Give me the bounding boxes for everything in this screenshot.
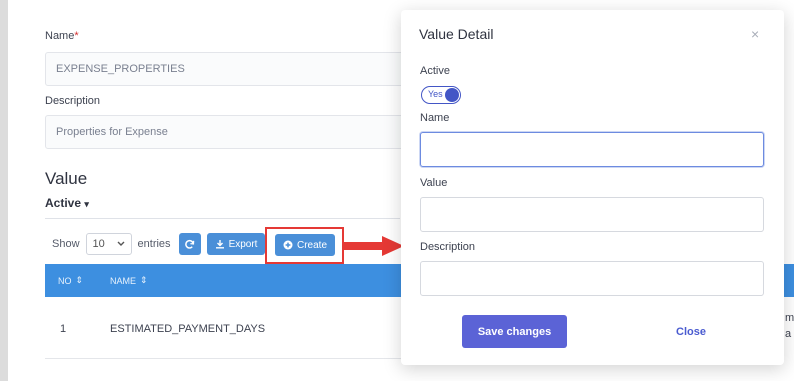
table-header: NO ⇕ NAME ⇕ (45, 264, 405, 297)
export-button[interactable]: Export (206, 233, 266, 255)
save-changes-button[interactable]: Save changes (462, 315, 567, 348)
column-header-name[interactable]: NAME ⇕ (110, 275, 148, 286)
description-label: Description (420, 241, 476, 253)
left-gutter (8, 0, 28, 381)
active-toggle[interactable]: Yes (421, 86, 461, 104)
value-label: Value (420, 177, 448, 189)
active-label: Active (420, 65, 450, 77)
tab-divider (45, 218, 400, 219)
entries-select-value: 10 (92, 238, 105, 250)
tab-active[interactable]: Active ▾ (45, 196, 89, 210)
create-button[interactable]: Create (275, 234, 336, 256)
entries-label: entries (137, 238, 171, 250)
modal-name-input[interactable] (420, 132, 764, 167)
download-icon (215, 240, 224, 249)
create-label: Create (297, 239, 328, 251)
plus-circle-icon (283, 240, 293, 250)
export-label: Export (228, 238, 258, 250)
arrow-right-icon (344, 236, 404, 256)
table-row[interactable]: 1 ESTIMATED_PAYMENT_DAYS (45, 297, 405, 359)
truncated-cell-text: ma (785, 312, 794, 340)
refresh-icon (185, 239, 195, 249)
sort-icon: ⇕ (75, 275, 84, 285)
name-field[interactable]: EXPENSE_PROPERTIES (45, 52, 445, 86)
description-field[interactable]: Properties for Expense (45, 115, 445, 149)
toggle-knob (445, 88, 459, 102)
modal-title: Value Detail (419, 26, 494, 42)
chevron-down-icon (117, 241, 125, 246)
value-detail-modal: Value Detail × Active Yes Name Value Des… (401, 10, 784, 365)
name-label: Name* (45, 30, 79, 42)
close-button[interactable]: Close (661, 315, 721, 348)
name-label: Name (420, 112, 450, 124)
modal-description-input[interactable] (420, 261, 764, 296)
modal-value-input[interactable] (420, 197, 764, 232)
refresh-button[interactable] (178, 233, 201, 255)
entries-control: Show 10 entries Export (52, 233, 266, 255)
cell-no: 1 (60, 323, 67, 335)
entries-select[interactable]: 10 (85, 233, 132, 255)
value-section-title: Value (45, 169, 88, 188)
sort-icon: ⇕ (140, 275, 148, 285)
required-mark: * (74, 30, 79, 42)
toggle-text: Yes (428, 89, 443, 99)
description-label: Description (45, 95, 101, 107)
chevron-down-icon: ▾ (84, 199, 89, 209)
close-icon[interactable]: × (751, 26, 759, 42)
show-label: Show (52, 238, 80, 250)
cell-name: ESTIMATED_PAYMENT_DAYS (110, 323, 266, 335)
column-header-no[interactable]: NO ⇕ (58, 275, 83, 286)
